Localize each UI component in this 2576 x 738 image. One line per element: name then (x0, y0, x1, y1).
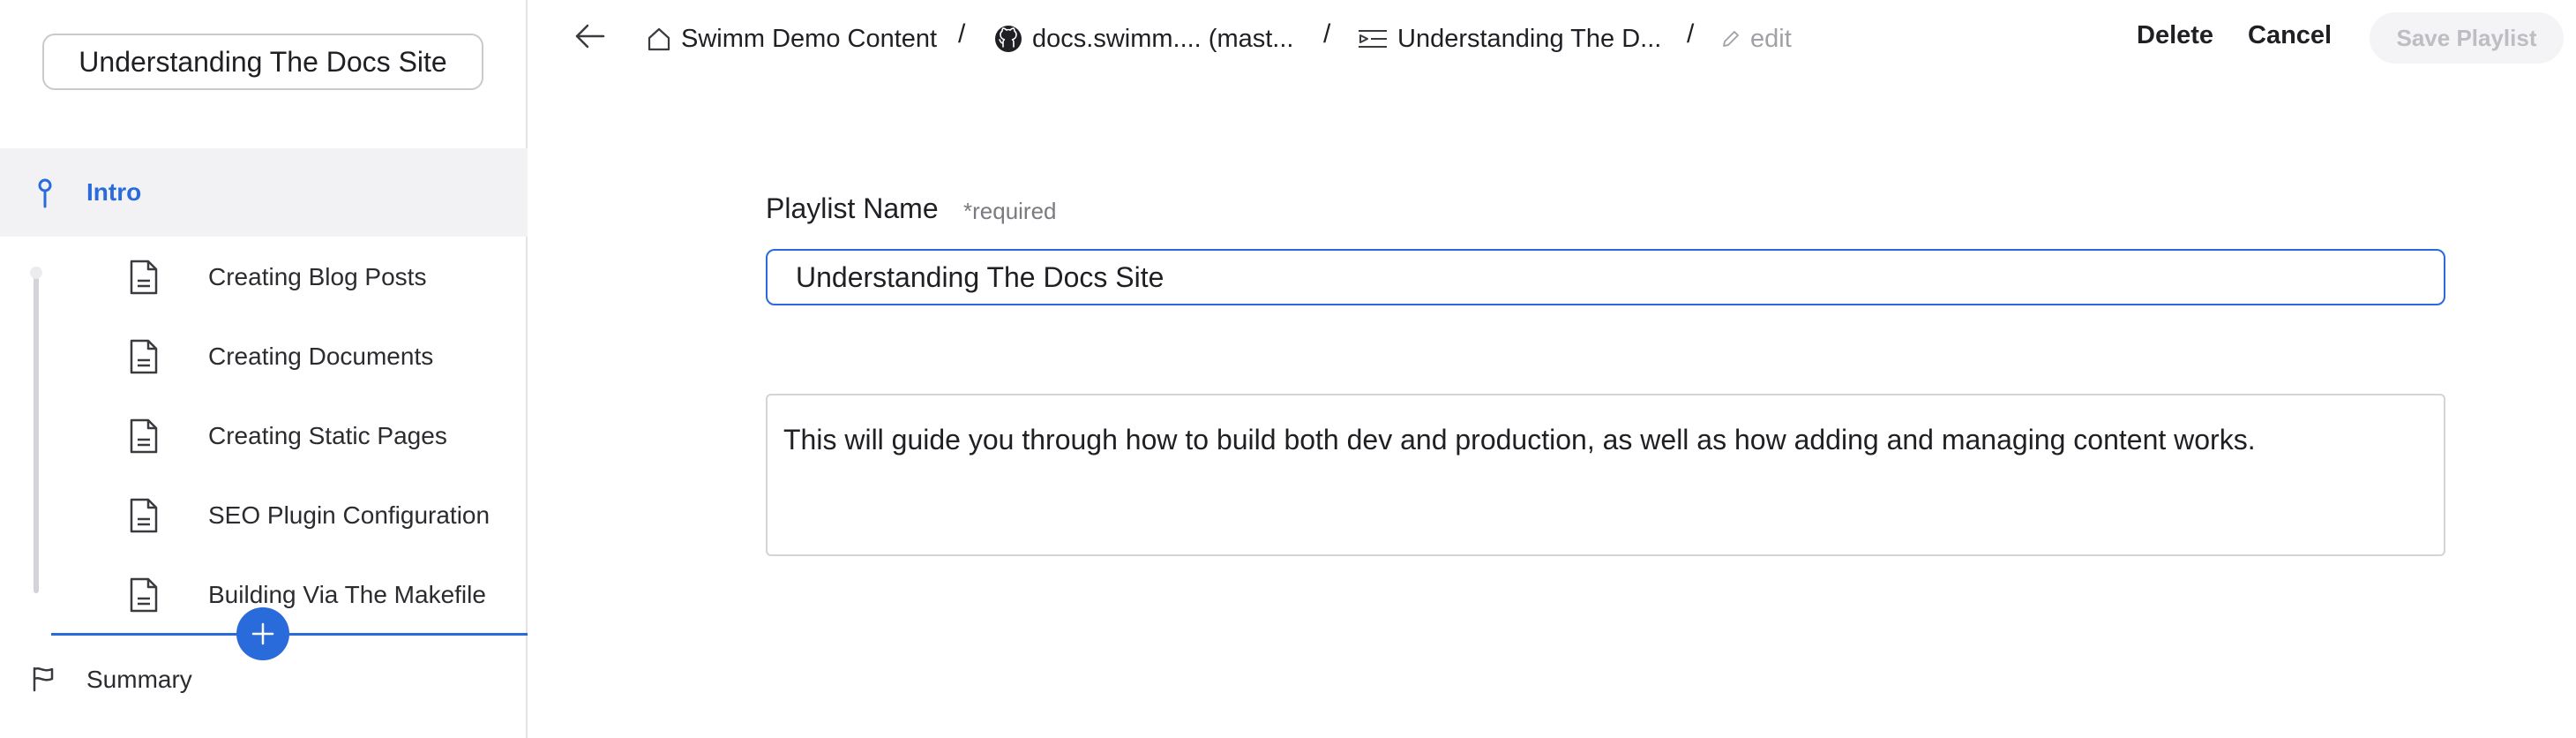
breadcrumb-label: Swimm Demo Content (681, 24, 938, 53)
sidebar-item-label: Creating Blog Posts (208, 263, 427, 290)
home-icon (648, 27, 670, 51)
document-icon (130, 498, 158, 533)
sidebar-item-creating-static-pages[interactable]: Creating Static Pages (0, 396, 528, 476)
breadcrumb-playlist[interactable]: Understanding The D... (1357, 19, 1661, 58)
breadcrumb-separator: / (1323, 19, 1331, 49)
sidebar-item-intro[interactable]: Intro (0, 148, 528, 237)
playlist-sidebar: Understanding The Docs Site Intro Creati… (0, 0, 528, 738)
pin-icon (38, 178, 52, 208)
breadcrumb-separator: / (1687, 19, 1695, 49)
playlist-name-input[interactable] (766, 249, 2445, 305)
sidebar-item-seo-plugin-configuration[interactable]: SEO Plugin Configuration (0, 476, 528, 555)
sidebar-item-label: Creating Static Pages (208, 422, 447, 449)
insert-divider (51, 633, 528, 636)
document-icon (130, 577, 158, 613)
delete-button[interactable]: Delete (2137, 21, 2213, 50)
flag-icon (33, 666, 54, 692)
document-icon (130, 260, 158, 295)
sidebar-item-creating-documents[interactable]: Creating Documents (0, 317, 528, 396)
playlist-icon (1359, 30, 1387, 48)
playlist-title-box[interactable]: Understanding The Docs Site (42, 34, 483, 90)
playlist-description-field[interactable]: This will guide you through how to build… (766, 394, 2445, 556)
sidebar-item-label: Creating Documents (208, 343, 434, 370)
github-icon (995, 26, 1022, 52)
top-bar: Swimm Demo Content / docs.swimm.... (mas… (529, 0, 2576, 78)
breadcrumb-label: docs.swimm.... (mast... (1032, 24, 1294, 53)
back-arrow-icon[interactable] (573, 19, 607, 53)
sidebar-item-label: SEO Plugin Configuration (208, 501, 490, 529)
pencil-icon (1723, 31, 1739, 47)
playlist-name-label: Playlist Name (766, 192, 939, 224)
sidebar-item-creating-blog-posts[interactable]: Creating Blog Posts (0, 237, 528, 317)
cancel-button[interactable]: Cancel (2248, 21, 2332, 50)
breadcrumb-label: Understanding The D... (1397, 24, 1662, 53)
breadcrumb-workspace[interactable]: Swimm Demo Content (646, 19, 937, 58)
breadcrumb-repo[interactable]: docs.swimm.... (mast... (993, 19, 1293, 58)
document-icon (130, 339, 158, 374)
sidebar-item-label: Summary (86, 666, 192, 693)
breadcrumb-separator: / (958, 19, 966, 49)
plus-icon (251, 622, 274, 645)
required-hint: *required (963, 198, 1057, 224)
breadcrumb-label: edit (1750, 24, 1792, 53)
sidebar-item-label: Intro (86, 178, 142, 206)
sidebar-item-summary[interactable]: Summary (0, 644, 528, 715)
document-icon (130, 418, 158, 454)
breadcrumb-edit: edit (1720, 19, 1792, 58)
sidebar-item-label: Building Via The Makefile (208, 581, 486, 608)
save-playlist-button[interactable]: Save Playlist (2370, 12, 2564, 64)
